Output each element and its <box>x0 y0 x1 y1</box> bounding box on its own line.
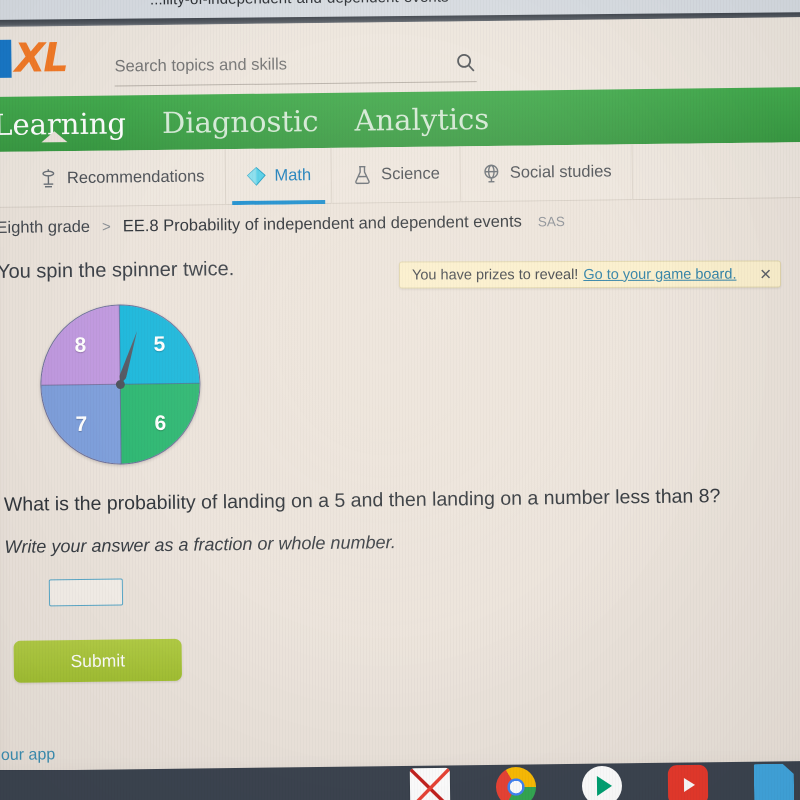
tab-recommendations-label: Recommendations <box>66 167 205 188</box>
spinner-figure: 8 5 7 6 <box>39 303 202 466</box>
nav-item-learning[interactable]: Learning <box>0 106 126 142</box>
play-store-icon[interactable] <box>581 765 623 800</box>
ixl-logo[interactable]: XL <box>0 35 68 82</box>
spinner-sector-8: 8 <box>40 305 121 386</box>
spinner-hub <box>115 379 125 390</box>
gem-icon <box>246 166 266 186</box>
breadcrumb-skill: EE.8 Probability of independent and depe… <box>122 212 522 236</box>
tab-social-studies-label: Social studies <box>509 162 612 182</box>
game-board-link[interactable]: Go to your game board. <box>583 266 736 282</box>
ixl-page: XL Learning Diagnostic Analytics <box>0 16 800 776</box>
search-bar[interactable] <box>114 51 477 87</box>
tab-math-label: Math <box>274 166 312 185</box>
flask-icon <box>355 165 371 185</box>
globe-icon <box>484 164 499 183</box>
spinner-sector-7: 7 <box>41 384 122 465</box>
photographed-screen: ...ility-of-independent-and-dependent-ev… <box>0 0 800 800</box>
nav-item-analytics-label: Analytics <box>354 101 490 138</box>
question-area: You spin the spinner twice. 8 5 7 6 What… <box>0 251 800 683</box>
submit-button[interactable]: Submit <box>13 638 183 683</box>
site-header: XL <box>0 16 800 98</box>
spinner-sector-8-label: 8 <box>74 333 87 357</box>
url-text: ...ility-of-independent-and-dependent-ev… <box>150 0 449 8</box>
close-icon[interactable]: ✕ <box>751 265 772 283</box>
tab-science-label: Science <box>381 164 440 184</box>
nav-active-caret <box>41 130 68 142</box>
spinner-sector-7-label: 7 <box>75 412 88 436</box>
spinner-sector-5: 5 <box>119 304 200 385</box>
main-nav: Learning Diagnostic Analytics <box>0 86 800 153</box>
spinner-sector-6-label: 6 <box>154 411 167 435</box>
question-prompt: What is the probability of landing on a … <box>3 485 721 516</box>
question-instruction: Write your answer as a fraction or whole… <box>4 532 396 557</box>
docs-icon[interactable] <box>754 764 794 800</box>
footer-app-link[interactable]: our app <box>1 746 55 765</box>
spinner-wheel: 8 5 7 6 <box>39 303 202 466</box>
tab-math[interactable]: Math <box>225 147 333 205</box>
logo-xl-text: XL <box>14 35 68 82</box>
tab-recommendations[interactable]: Recommendations <box>17 148 226 208</box>
spinner-sector-6: 6 <box>120 383 201 464</box>
chrome-icon[interactable] <box>495 766 537 800</box>
nav-item-analytics[interactable]: Analytics <box>354 101 489 137</box>
breadcrumb-separator-icon: > <box>101 218 111 236</box>
tab-social-studies[interactable]: Social studies <box>460 143 633 202</box>
breadcrumb-standard-badge: SAS <box>537 214 565 230</box>
gmail-icon[interactable] <box>409 767 451 800</box>
search-input[interactable] <box>114 53 415 77</box>
logo-i-bar <box>0 39 12 78</box>
subject-tabs: Recommendations Math Science Social stud… <box>0 141 800 209</box>
prize-banner-message: You have prizes to reveal! <box>411 266 579 283</box>
spinner-sector-5-label: 5 <box>153 332 166 356</box>
nav-item-diagnostic-label: Diagnostic <box>161 103 319 140</box>
tab-science[interactable]: Science <box>331 145 462 204</box>
taskbar-icon-row <box>409 764 794 800</box>
prize-banner: You have prizes to reveal! Go to your ga… <box>398 260 782 289</box>
nav-item-diagnostic[interactable]: Diagnostic <box>162 104 319 140</box>
podium-icon <box>42 169 55 188</box>
youtube-icon[interactable] <box>667 764 709 800</box>
search-icon[interactable] <box>454 51 476 73</box>
answer-input[interactable] <box>48 578 124 607</box>
breadcrumb-grade[interactable]: Eighth grade <box>0 218 90 238</box>
